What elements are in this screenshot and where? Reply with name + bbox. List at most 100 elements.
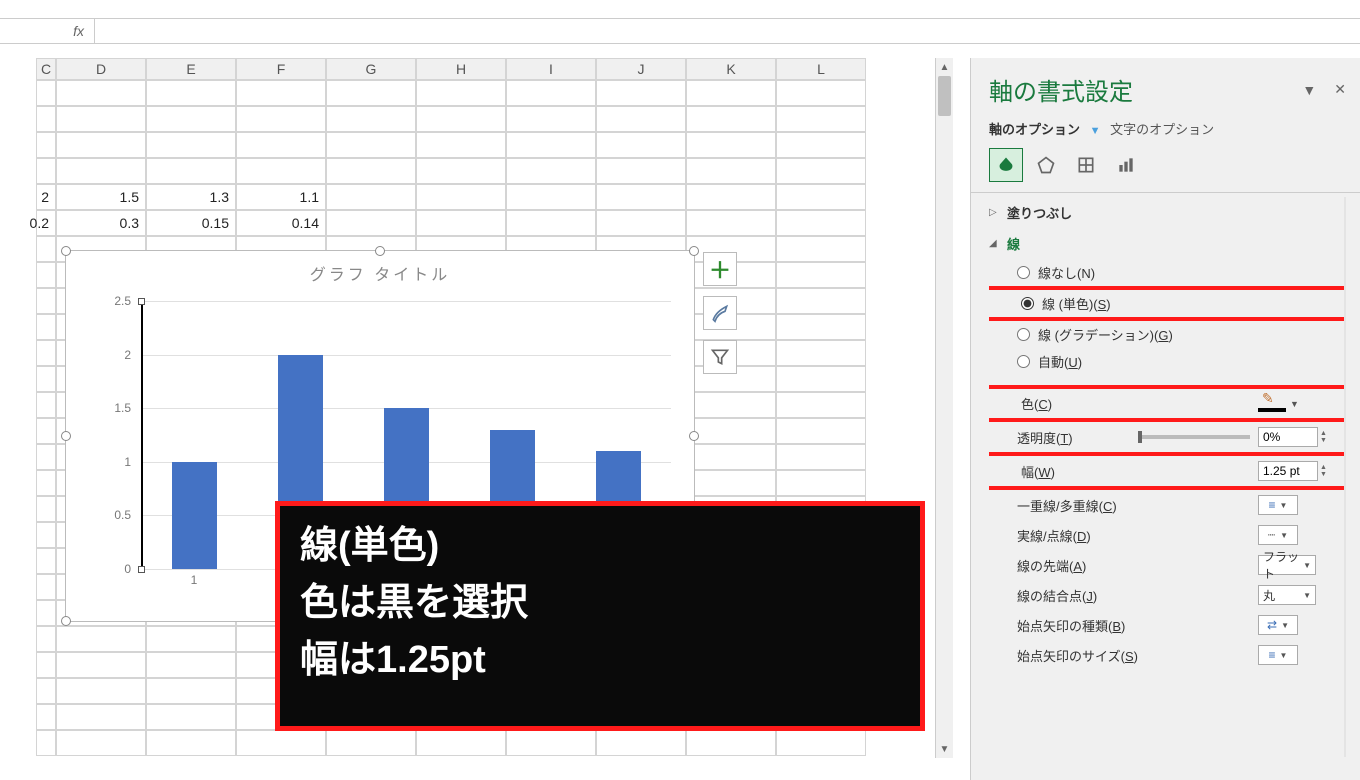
cell[interactable]: 0.3 xyxy=(56,210,146,236)
size-properties-icon[interactable] xyxy=(1069,148,1103,182)
scroll-down-icon[interactable]: ▼ xyxy=(1344,747,1346,757)
data-row: 2 1.5 1.3 1.1 xyxy=(36,184,936,210)
effects-icon[interactable] xyxy=(1029,148,1063,182)
col-head[interactable]: G xyxy=(326,58,416,80)
y-tick-label: 1.5 xyxy=(114,401,131,415)
radio-input[interactable] xyxy=(1017,355,1030,368)
pane-body: ▷ 塗りつぶし ◢ 線 線なし(N) 線 (単色)(S) 線 (グラデーション)… xyxy=(989,197,1346,757)
join-dropdown[interactable]: 丸▼ xyxy=(1258,585,1316,605)
chart-title[interactable]: グラフ タイトル xyxy=(66,251,694,293)
prop-color[interactable]: 色(C) ▼ xyxy=(989,389,1346,418)
dropdown-arrow-icon[interactable]: ▼ xyxy=(1290,399,1299,409)
resize-handle[interactable] xyxy=(61,246,71,256)
chevron-down-icon[interactable]: ▼ xyxy=(1090,125,1101,137)
prop-begin-size[interactable]: 始点矢印のサイズ(S) ≡▼ xyxy=(989,640,1346,670)
scroll-thumb[interactable] xyxy=(938,76,951,116)
formula-input[interactable] xyxy=(95,19,1360,43)
cell[interactable] xyxy=(596,184,686,210)
prop-join[interactable]: 線の結合点(J) 丸▼ xyxy=(989,580,1346,610)
section-fill[interactable]: ▷ 塗りつぶし xyxy=(989,197,1346,228)
fill-line-icon[interactable] xyxy=(989,148,1023,182)
cap-dropdown[interactable]: フラット▼ xyxy=(1258,555,1316,575)
pane-close-icon[interactable]: ✕ xyxy=(1334,81,1346,98)
prop-compound[interactable]: 一重線/多重線(C) ≡▼ xyxy=(989,490,1346,520)
radio-input[interactable] xyxy=(1017,266,1030,279)
formula-bar: fx xyxy=(0,18,1360,44)
axis-options-icon[interactable] xyxy=(1109,148,1143,182)
begin-arrow-dropdown[interactable]: ⇄▼ xyxy=(1258,615,1298,635)
cell[interactable]: 0.14 xyxy=(236,210,326,236)
prop-width[interactable]: 幅(W) ▲▼ xyxy=(989,456,1346,486)
col-head[interactable]: I xyxy=(506,58,596,80)
chart-styles-button[interactable] xyxy=(703,296,737,330)
pane-scrollbar[interactable]: ▲ ▼ xyxy=(1344,197,1346,757)
cell[interactable] xyxy=(506,184,596,210)
scroll-down-icon[interactable]: ▼ xyxy=(936,740,953,758)
cell[interactable] xyxy=(776,210,866,236)
cell[interactable] xyxy=(776,184,866,210)
bar[interactable] xyxy=(172,462,217,569)
cell[interactable]: 1.1 xyxy=(236,184,326,210)
resize-handle[interactable] xyxy=(61,616,71,626)
data-row: 0.2 0.3 0.15 0.14 xyxy=(36,210,936,236)
col-head[interactable]: L xyxy=(776,58,866,80)
spinner-icon[interactable]: ▲▼ xyxy=(1320,430,1327,444)
col-head[interactable]: F xyxy=(236,58,326,80)
chart-filter-button[interactable] xyxy=(703,340,737,374)
col-head[interactable]: E xyxy=(146,58,236,80)
radio-line-gradient[interactable]: 線 (グラデーション)(G) xyxy=(989,321,1346,348)
cell[interactable]: 2 xyxy=(36,184,56,210)
highlight-solid-line: 線 (単色)(S) xyxy=(989,286,1346,321)
prop-transparency[interactable]: 透明度(T) ▲▼ xyxy=(989,422,1346,452)
tab-text-options[interactable]: 文字のオプション xyxy=(1110,122,1214,137)
radio-label: 線 (単色)(S) xyxy=(1042,294,1111,313)
prop-cap[interactable]: 線の先端(A) フラット▼ xyxy=(989,550,1346,580)
annotation-overlay: 線(単色) 色は黒を選択 幅は1.25pt xyxy=(275,501,925,731)
tab-axis-options[interactable]: 軸のオプション xyxy=(989,122,1080,137)
cell[interactable] xyxy=(686,184,776,210)
dash-dropdown[interactable]: ┈▼ xyxy=(1258,525,1298,545)
resize-handle[interactable] xyxy=(61,431,71,441)
radio-line-auto[interactable]: 自動(U) xyxy=(989,348,1346,375)
prop-begin-arrow[interactable]: 始点矢印の種類(B) ⇄▼ xyxy=(989,610,1346,640)
cell[interactable] xyxy=(506,210,596,236)
format-axis-pane: 軸の書式設定 ▼ ✕ 軸のオプション ▼ 文字のオプション ▷ 塗りつぶし ◢ xyxy=(970,58,1360,780)
radio-input[interactable] xyxy=(1017,328,1030,341)
cell[interactable] xyxy=(686,210,776,236)
transparency-slider[interactable] xyxy=(1138,435,1251,439)
cell[interactable]: 1.3 xyxy=(146,184,236,210)
col-head[interactable]: J xyxy=(596,58,686,80)
pane-menu-icon[interactable]: ▼ xyxy=(1302,82,1316,98)
width-input[interactable] xyxy=(1258,461,1318,481)
col-head[interactable]: D xyxy=(56,58,146,80)
scroll-up-icon[interactable]: ▲ xyxy=(936,58,953,76)
cell[interactable] xyxy=(326,184,416,210)
cell[interactable] xyxy=(416,210,506,236)
cell[interactable]: 0.15 xyxy=(146,210,236,236)
radio-line-solid[interactable]: 線 (単色)(S) xyxy=(989,290,1346,317)
radio-line-none[interactable]: 線なし(N) xyxy=(989,259,1346,286)
col-head[interactable]: K xyxy=(686,58,776,80)
col-head[interactable]: H xyxy=(416,58,506,80)
compound-dropdown[interactable]: ≡▼ xyxy=(1258,495,1298,515)
vertical-scrollbar[interactable]: ▲ ▼ xyxy=(935,58,953,758)
spinner-icon[interactable]: ▲▼ xyxy=(1320,464,1327,478)
chart-plus-button[interactable]: ＋ xyxy=(703,252,737,286)
resize-handle[interactable] xyxy=(689,246,699,256)
pane-tabs: 軸のオプション ▼ 文字のオプション xyxy=(989,119,1346,138)
radio-input[interactable] xyxy=(1021,297,1034,310)
resize-handle[interactable] xyxy=(375,246,385,256)
cell[interactable] xyxy=(416,184,506,210)
cell[interactable]: 1.5 xyxy=(56,184,146,210)
cell[interactable] xyxy=(596,210,686,236)
section-line[interactable]: ◢ 線 xyxy=(989,228,1346,259)
cell[interactable]: 0.2 xyxy=(36,210,56,236)
color-picker-icon[interactable] xyxy=(1258,396,1286,412)
cell[interactable] xyxy=(326,210,416,236)
transparency-input[interactable] xyxy=(1258,427,1318,447)
resize-handle[interactable] xyxy=(689,431,699,441)
begin-size-dropdown[interactable]: ≡▼ xyxy=(1258,645,1298,665)
col-head[interactable]: C xyxy=(36,58,56,80)
y-tick-label: 0 xyxy=(124,562,131,576)
prop-dash[interactable]: 実線/点線(D) ┈▼ xyxy=(989,520,1346,550)
